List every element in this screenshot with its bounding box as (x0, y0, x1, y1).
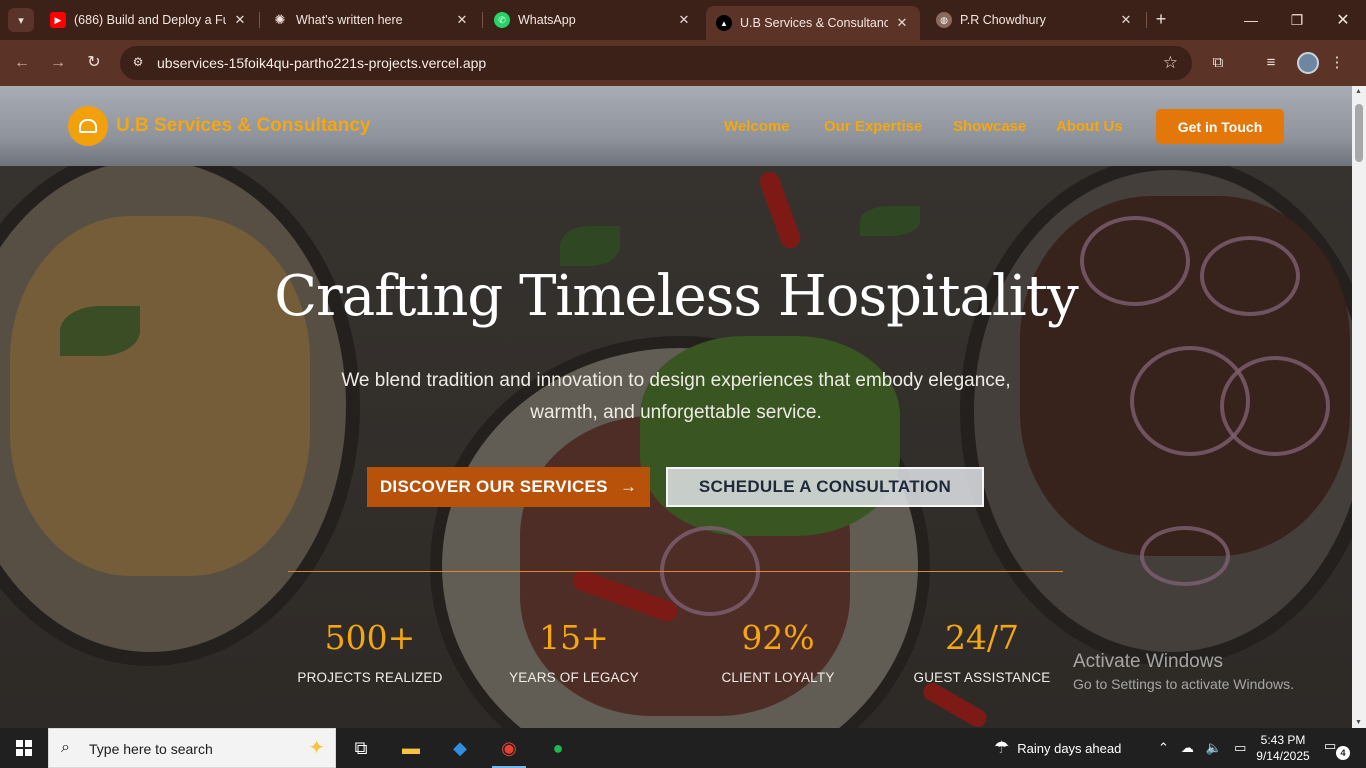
page-scrollbar[interactable]: ▲ ▼ (1352, 86, 1366, 728)
window-close-icon[interactable]: ✕ (1320, 0, 1366, 40)
page-viewport: U.B Services & Consultancy Welcome Our E… (0, 86, 1352, 728)
chrome-icon[interactable]: ◉ (486, 728, 532, 768)
clock-date: 9/14/2025 (1256, 749, 1310, 763)
stat-loyalty-label: CLIENT LOYALTY (721, 670, 835, 685)
umbrella-icon: ☂ (994, 738, 1010, 757)
nav-about-us[interactable]: About Us (1056, 118, 1123, 135)
hero-headline: Crafting Timeless Hospitality (274, 264, 1079, 329)
weather-widget[interactable]: ☂ Rainy days ahead (994, 728, 1121, 768)
tab-close-icon[interactable]: ✕ (232, 12, 248, 28)
new-tab-button[interactable]: + (1150, 10, 1172, 30)
browser-toolbar: ← → ↻ ⚙ ubservices-15foik4qu-partho221s-… (0, 40, 1366, 86)
arrow-right-icon: → (619, 477, 638, 496)
tab-title: U.B Services & Consultancy (740, 16, 888, 30)
nav-showcase[interactable]: Showcase (953, 118, 1026, 135)
tab-whatsapp[interactable]: ✆ WhatsApp ✕ (484, 0, 702, 40)
clock-time: 5:43 PM (1260, 733, 1306, 747)
whatsapp-icon: ✆ (494, 12, 510, 28)
chevron-up-icon[interactable]: ⌃ (1158, 740, 1169, 756)
minimize-icon[interactable]: — (1228, 0, 1274, 40)
restore-icon[interactable]: ❐ (1274, 0, 1320, 40)
activate-windows-title: Activate Windows (1073, 651, 1223, 672)
network-icon[interactable]: ☁ (1181, 740, 1194, 756)
brand-name[interactable]: U.B Services & Consultancy (116, 115, 370, 137)
discover-services-button[interactable]: DISCOVER OUR SERVICES → (367, 467, 650, 507)
tab-search-button[interactable]: ▾ (8, 8, 34, 32)
bookmark-star-icon[interactable]: ☆ (1163, 53, 1178, 73)
discover-services-label: DISCOVER OUR SERVICES (379, 477, 608, 496)
tab-close-icon[interactable]: ✕ (1118, 12, 1134, 28)
stat-assistance-value: 24/7 (944, 618, 1020, 657)
stat-loyalty-value: 92% (741, 618, 815, 657)
tab-title: (686) Build and Deploy a Full (74, 13, 226, 27)
hero-divider (288, 571, 1063, 572)
tab-close-icon[interactable]: ✕ (894, 15, 910, 31)
browser-menu-icon[interactable]: ⋮ (1326, 52, 1348, 74)
globe-icon: ◍ (936, 12, 952, 28)
stat-years-value: 15+ (539, 618, 609, 657)
tab-title: P.R Chowdhury (960, 13, 1046, 27)
get-in-touch-button[interactable]: Get in Touch (1156, 109, 1284, 144)
display-icon[interactable]: ▭ (1234, 740, 1246, 756)
activate-windows-subtitle: Go to Settings to activate Windows. (1073, 676, 1294, 692)
volume-icon[interactable]: 🔈 (1206, 740, 1222, 756)
stat-projects-label: PROJECTS REALIZED (297, 670, 443, 685)
site-info-icon[interactable]: ⚙ (130, 55, 146, 71)
browser-tab-bar: ▾ ▶ (686) Build and Deploy a Full ✕ ✺ Wh… (0, 0, 1366, 40)
search-icon: ⌕ (61, 739, 70, 756)
profile-avatar[interactable] (1297, 52, 1319, 74)
extensions-icon[interactable]: ⧉ (1207, 52, 1229, 74)
stat-projects-value: 500+ (324, 618, 416, 657)
hero-subheadline: We blend tradition and innovation to des… (341, 370, 1011, 423)
tab-pr-chowdhury[interactable]: ◍ P.R Chowdhury ✕ (926, 0, 1144, 40)
media-control-icon[interactable]: ≡ (1260, 52, 1282, 74)
weather-text: Rainy days ahead (1017, 740, 1122, 756)
nav-our-expertise[interactable]: Our Expertise (824, 118, 922, 135)
notification-icon[interactable]: ▭ 4 (1324, 738, 1350, 760)
windows-start-icon[interactable] (0, 728, 48, 768)
chef-hat-icon[interactable] (68, 106, 108, 146)
vscode-icon[interactable]: ◆ (437, 728, 483, 768)
back-icon[interactable]: ← (10, 51, 34, 75)
openai-icon: ✺ (274, 12, 286, 27)
site-header: U.B Services & Consultancy Welcome Our E… (0, 86, 1352, 166)
reload-icon[interactable]: ↻ (82, 51, 106, 75)
system-clock[interactable]: 5:43 PM 9/14/2025 (1248, 732, 1318, 764)
tab-youtube[interactable]: ▶ (686) Build and Deploy a Full ✕ (40, 0, 258, 40)
tab-whats-written[interactable]: ✺ What's written here ✕ (262, 0, 480, 40)
spotify-icon[interactable]: ● (535, 728, 581, 768)
system-tray: ⌃ ☁ 🔈 ▭ (1158, 728, 1246, 768)
nav-welcome[interactable]: Welcome (724, 118, 790, 135)
url-text[interactable]: ubservices-15foik4qu-partho221s-projects… (157, 55, 486, 71)
scrollbar-thumb[interactable] (1355, 104, 1363, 162)
tab-close-icon[interactable]: ✕ (454, 12, 470, 28)
stat-years-label: YEARS OF LEGACY (509, 670, 639, 685)
search-placeholder: Type here to search (89, 741, 213, 757)
youtube-icon: ▶ (50, 12, 66, 28)
tab-close-icon[interactable]: ✕ (676, 12, 692, 28)
notification-count: 4 (1336, 746, 1350, 760)
address-bar[interactable]: ⚙ ubservices-15foik4qu-partho221s-projec… (120, 46, 1192, 80)
schedule-consultation-button[interactable]: SCHEDULE A CONSULTATION (666, 467, 984, 507)
tab-title: What's written here (296, 13, 403, 27)
vercel-icon: ▲ (716, 15, 732, 31)
tab-title: WhatsApp (518, 13, 576, 27)
scroll-up-icon[interactable]: ▲ (1355, 88, 1362, 95)
windows-taskbar: ⌕ Type here to search ✦ ⧉ ▬ ◆ ◉ ● ☂ Rain… (0, 728, 1366, 768)
file-explorer-icon[interactable]: ▬ (388, 728, 434, 768)
taskbar-search[interactable]: ⌕ Type here to search ✦ (48, 728, 336, 768)
task-view-icon[interactable]: ⧉ (338, 728, 384, 768)
forward-icon[interactable]: → (46, 51, 70, 75)
stat-assistance-label: GUEST ASSISTANCE (913, 670, 1051, 685)
sparkle-icon: ✦ (308, 737, 325, 759)
scroll-down-icon[interactable]: ▼ (1355, 719, 1362, 726)
tab-ub-services[interactable]: ▲ U.B Services & Consultancy ✕ (706, 6, 920, 40)
